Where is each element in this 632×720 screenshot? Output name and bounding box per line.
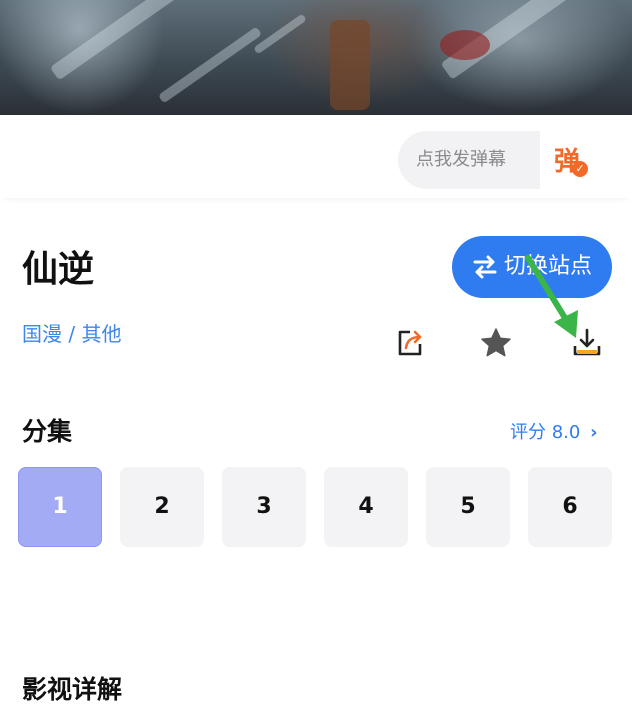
show-title: 仙逆 [22,249,95,290]
details-heading: 影视详解 [22,675,123,704]
video-banner[interactable] [0,0,632,115]
chevron-right-icon: › [590,422,598,443]
episode-button-4[interactable]: 4 [324,467,408,547]
episode-button-2[interactable]: 2 [120,467,204,547]
episode-button-5[interactable]: 5 [426,467,510,547]
genre-link[interactable]: 国漫 / 其他 [22,318,121,347]
danmaku-toggle-icon[interactable]: 弹 ✓ [540,131,604,189]
episode-button-6[interactable]: 6 [528,467,612,547]
danmaku-bar: 点我发弹幕 弹 ✓ [0,115,632,198]
episodes-heading: 分集 [22,417,73,446]
swap-icon [473,255,497,279]
annotation-arrow-icon [525,255,578,338]
danmaku-placeholder: 点我发弹幕 [416,149,506,170]
check-icon: ✓ [572,161,588,177]
episode-button-1[interactable]: 1 [18,467,102,547]
share-icon[interactable] [393,326,427,360]
star-icon[interactable] [479,326,513,360]
rating-label: 评分 8.0 [510,422,581,443]
episode-button-3[interactable]: 3 [222,467,306,547]
rating-link[interactable]: 评分 8.0 › [510,418,598,444]
danmaku-input[interactable]: 点我发弹幕 弹 ✓ [398,131,604,189]
